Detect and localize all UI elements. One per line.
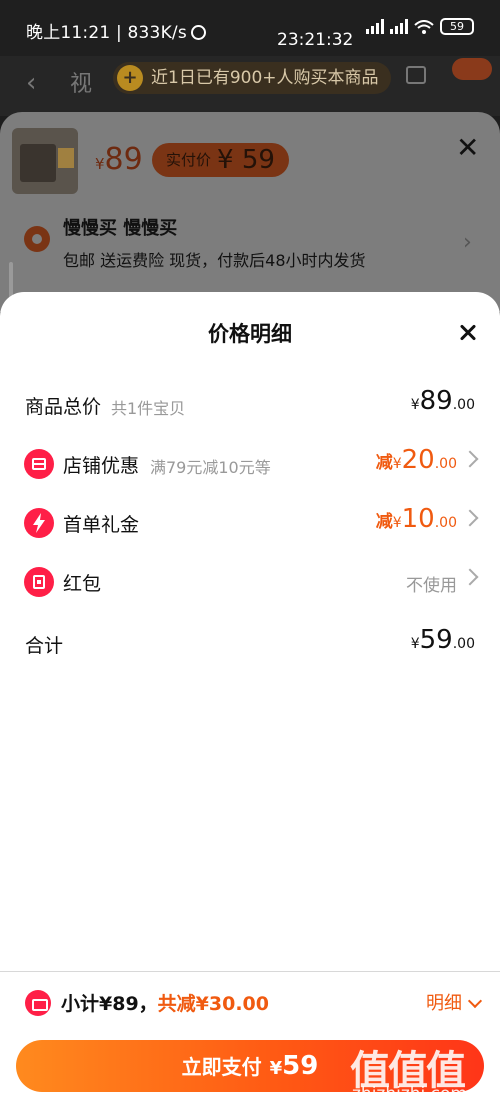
chevron-down-icon: [467, 993, 483, 1009]
background-page-header: ‹ 视 + 近1日已有900+人购买本商品: [0, 56, 500, 116]
price-row-red-packet[interactable]: 红包 不使用: [0, 563, 500, 603]
chevron-right-icon: ›: [463, 230, 472, 255]
row-amount: 减¥10.00: [375, 504, 457, 534]
product-thumbnail: [12, 128, 78, 194]
row-sub: 满79元减10元等: [150, 458, 271, 477]
row-label: 店铺优惠: [63, 455, 140, 477]
row-amount: 减¥20.00: [375, 445, 457, 475]
row-amount: ¥89.00: [410, 386, 475, 416]
row-label: 合计: [25, 635, 64, 657]
pay-button-yen: ¥: [269, 1058, 283, 1079]
row-status: 不使用: [406, 576, 457, 596]
promo-text: 近1日已有900+人购买本商品: [151, 68, 379, 88]
sku-pay-price: 实付价 ¥ 59: [152, 143, 289, 177]
sheet-title: 价格明细: [208, 322, 292, 346]
watermark-url: zhizhizhi.com: [352, 1084, 467, 1104]
chevron-right-icon: [461, 450, 479, 468]
background-badge: [452, 58, 492, 80]
signal-icon-2: [390, 19, 408, 34]
red-packet-icon: [24, 567, 54, 597]
alarm-icon: [190, 25, 206, 40]
price-row-grand-total: 合计 ¥59.00: [0, 625, 500, 665]
price-row-first-order-gift[interactable]: 首单礼金 减¥10.00: [0, 504, 500, 544]
row-label: 首单礼金: [63, 514, 140, 536]
wifi-icon: [414, 19, 434, 34]
detail-toggle-label: 明细: [426, 993, 462, 1014]
sku-pay-label: 实付价: [166, 151, 212, 169]
status-left-text: 晚上11:21 | 833K/s: [26, 23, 187, 43]
subtotal: 小计¥89，共减¥30.00: [61, 989, 269, 1016]
chevron-right-icon: [461, 509, 479, 527]
subtotal-label: 小计¥89，: [61, 993, 158, 1015]
row-sub: 共1件宝贝: [111, 399, 186, 418]
detail-toggle[interactable]: 明细: [426, 989, 483, 1015]
back-arrow-icon: ‹: [26, 68, 37, 98]
coupon-icon: [25, 990, 51, 1016]
sku-shipping: 包邮 送运费险 现货，付款后48小时内发货: [63, 251, 366, 270]
status-right: 59: [366, 18, 474, 35]
status-left: 晚上11:21 | 833K/s: [26, 18, 206, 43]
sku-pay-value: ¥ 59: [217, 145, 275, 175]
plus-bag-icon: +: [117, 65, 143, 91]
cart-icon: [406, 66, 426, 84]
background-title: 视: [70, 72, 93, 97]
pay-button-label: 立即支付: [181, 1055, 262, 1079]
price-row-store-discount[interactable]: 店铺优惠 满79元减10元等 减¥20.00: [0, 445, 500, 485]
location-icon: [24, 226, 50, 252]
price-row-total-goods: 商品总价 共1件宝贝 ¥89.00: [0, 386, 500, 426]
saved-amount: 共减¥30.00: [157, 993, 269, 1015]
close-icon[interactable]: [452, 316, 484, 348]
row-label: 商品总价: [25, 396, 102, 418]
signal-icon: [366, 19, 384, 34]
sku-sheet: ¥89 实付价 ¥ 59 慢慢买 慢慢买 包邮 送运费险 现货，付款后48小时内发…: [0, 112, 500, 312]
chevron-right-icon: [461, 568, 479, 586]
promo-pill: + 近1日已有900+人购买本商品: [113, 62, 391, 94]
store-icon: [24, 449, 54, 479]
watermark: 值值值 zhizhizhi.com: [350, 1038, 490, 1108]
sku-close-icon[interactable]: ✕: [456, 134, 479, 162]
row-amount: ¥59.00: [410, 625, 475, 655]
row-label: 红包: [63, 573, 102, 595]
battery-icon: 59: [440, 18, 474, 35]
lightning-icon: [24, 508, 54, 538]
sku-name: 慢慢买 慢慢买: [63, 218, 178, 239]
pay-button-amount: 59: [282, 1051, 319, 1081]
status-time: 23:21:32: [277, 30, 354, 50]
sku-price: ¥89: [95, 142, 143, 177]
status-bar: 晚上11:21 | 833K/s 23:21:32 59: [0, 0, 500, 56]
